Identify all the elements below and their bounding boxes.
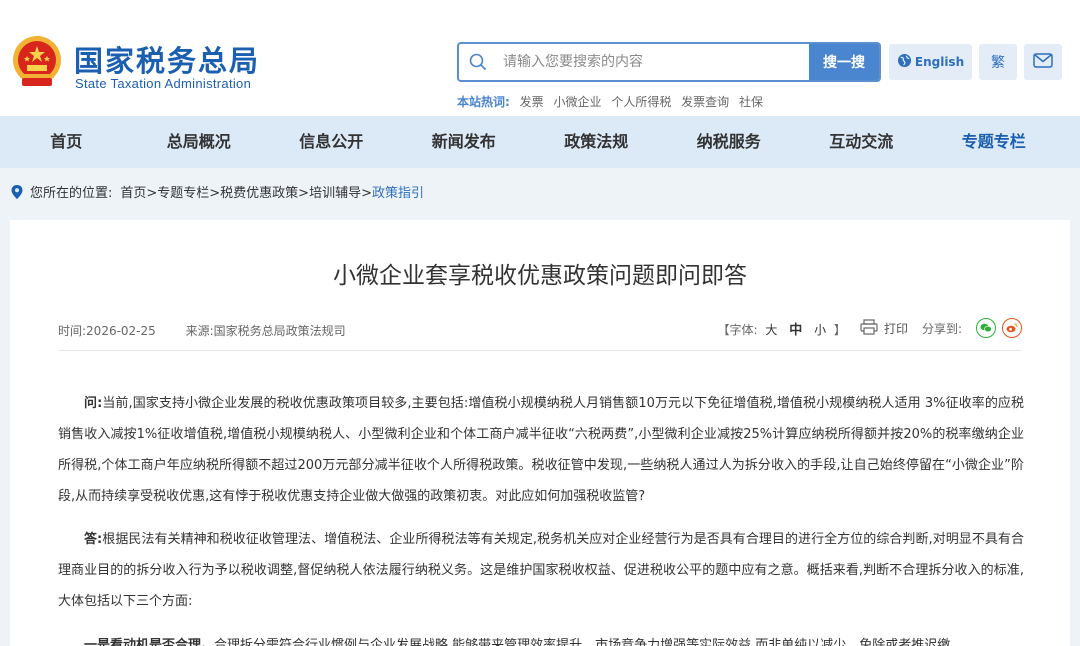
share-label: 分享到:: [921, 321, 962, 336]
nav-item-interact[interactable]: 互动交流: [795, 116, 928, 168]
hot-keywords: 本站热词: 发票 小微企业 个人所得税 发票查询 社保: [457, 93, 769, 110]
wechat-share-icon[interactable]: [976, 318, 996, 338]
nav-item-service[interactable]: 纳税服务: [663, 116, 796, 168]
nav-item-info[interactable]: 信息公开: [265, 116, 398, 168]
site-header: 国家税务总局 State Taxation Administration 搜一搜…: [0, 0, 1080, 116]
mail-button[interactable]: [1024, 44, 1062, 80]
main-nav: 首页 总局概况 信息公开 新闻发布 政策法规 纳税服务 互动交流 专题专栏: [0, 116, 1080, 168]
answer-text: 根据民法有关精神和税收征收管理法、增值税法、企业所得税法等有关规定,税务机关应对…: [58, 532, 1024, 609]
meta-divider: [58, 350, 1022, 351]
criteria-text: 合理拆分需符合行业惯例与企业发展战略,能够带来管理效率提升、市场竞争力增强等实际…: [214, 638, 951, 646]
location-pin-icon: [10, 184, 24, 200]
font-size-label-open: 【字体:: [717, 322, 758, 337]
article-source: 来源:国家税务总局政策法规司: [185, 324, 346, 338]
hot-keyword-link[interactable]: 发票: [520, 95, 544, 109]
search-input[interactable]: [503, 44, 803, 80]
print-label: 打印: [883, 321, 908, 336]
breadcrumb: 您所在的位置: 首页>专题专栏>税费优惠政策>培训辅导> 政策指引: [10, 182, 424, 201]
site-logo-subtitle[interactable]: State Taxation Administration: [75, 76, 251, 91]
hot-keyword-link[interactable]: 小微企业: [553, 95, 601, 109]
english-version-button[interactable]: English: [889, 44, 972, 80]
question-label: 问:: [84, 396, 103, 411]
question-text: 当前,国家支持小微企业发展的税收优惠政策项目较多,主要包括:增值税小规模纳税人月…: [58, 396, 1024, 504]
breadcrumb-path[interactable]: 首页>专题专栏>税费优惠政策>培训辅导>: [120, 182, 372, 201]
mail-icon: [1033, 52, 1053, 72]
hot-keyword-link[interactable]: 社保: [739, 95, 763, 109]
article-card: 小微企业套享税收优惠政策问题即问即答 时间:2026-02-25 来源:国家税务…: [10, 220, 1070, 646]
printer-icon: [860, 318, 884, 338]
font-size-large[interactable]: 大: [765, 323, 777, 337]
criteria-paragraph: 一是看动机是否合理。合理拆分需符合行业惯例与企业发展战略,能够带来管理效率提升、…: [58, 630, 1024, 646]
publish-time: 时间:2026-02-25: [58, 324, 156, 338]
nav-item-news[interactable]: 新闻发布: [398, 116, 531, 168]
answer-label: 答:: [84, 532, 103, 547]
english-label: English: [914, 55, 965, 69]
article-meta: 时间:2026-02-25 来源:国家税务总局政策法规司: [58, 322, 372, 339]
national-emblem-icon[interactable]: [10, 34, 64, 90]
weibo-share-icon[interactable]: [1002, 318, 1022, 338]
font-size-label-close: 】: [833, 322, 846, 337]
nav-item-policy[interactable]: 政策法规: [530, 116, 663, 168]
nav-item-overview[interactable]: 总局概况: [133, 116, 266, 168]
search-button[interactable]: 搜一搜: [809, 44, 879, 80]
site-logo-title[interactable]: 国家税务总局: [74, 38, 260, 80]
search-box: 搜一搜: [457, 42, 881, 82]
hot-keyword-link[interactable]: 发票查询: [681, 95, 729, 109]
breadcrumb-label: 您所在的位置:: [30, 186, 113, 201]
hot-keywords-label: 本站热词:: [457, 95, 510, 109]
font-size-selector: 【字体: 大 中 小 】: [718, 319, 846, 338]
hot-keyword-link[interactable]: 个人所得税: [611, 95, 671, 109]
font-size-medium[interactable]: 中: [789, 323, 802, 338]
article-tools: 【字体: 大 中 小 】 打印 分享到:: [718, 318, 1022, 338]
globe-icon: [897, 53, 915, 71]
font-size-small[interactable]: 小: [814, 323, 826, 337]
criteria-label: 一是看动机是否合理。: [84, 638, 215, 646]
article-title: 小微企业套享税收优惠政策问题即问即答: [333, 263, 747, 289]
breadcrumb-current[interactable]: 政策指引: [372, 182, 424, 201]
nav-item-special[interactable]: 专题专栏: [928, 116, 1061, 168]
question-paragraph: 问:当前,国家支持小微企业发展的税收优惠政策项目较多,主要包括:增值税小规模纳税…: [58, 388, 1024, 512]
answer-paragraph: 答:根据民法有关精神和税收征收管理法、增值税法、企业所得税法等有关规定,税务机关…: [58, 524, 1024, 617]
traditional-chinese-button[interactable]: 繁: [979, 44, 1017, 80]
search-icon: [469, 53, 487, 71]
nav-item-home[interactable]: 首页: [0, 116, 133, 168]
print-button[interactable]: 打印: [860, 318, 908, 338]
